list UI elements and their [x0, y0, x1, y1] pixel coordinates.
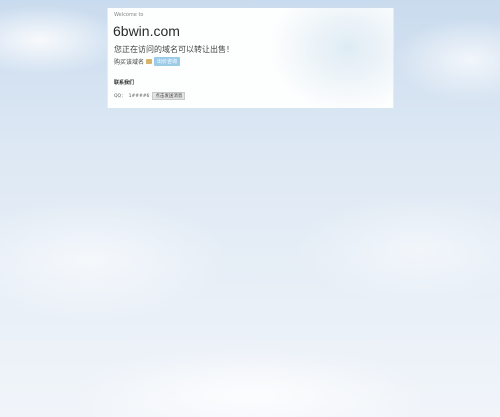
contact-row: QQ： 1####6 点击发送消息	[114, 92, 186, 100]
domain-sale-panel: Welcome to 6bwin.com 您正在访问的域名可以转让出售！ 购买该…	[107, 8, 394, 108]
inquire-price-button[interactable]: 出价咨询	[154, 57, 181, 66]
buy-row: 购买该域名 出价咨询	[114, 57, 181, 66]
contact-title: 联系我们	[114, 80, 135, 86]
welcome-text: Welcome to	[114, 12, 144, 18]
send-message-button[interactable]: 点击发送消息	[152, 92, 186, 100]
shopping-bag-icon	[146, 59, 153, 64]
qq-number: 1####6	[128, 93, 150, 99]
buy-label: 购买该域名	[114, 59, 145, 66]
domain-title: 6bwin.com	[113, 23, 180, 39]
sale-notice: 您正在访问的域名可以转让出售！	[114, 45, 234, 54]
qq-label: QQ：	[114, 94, 126, 99]
